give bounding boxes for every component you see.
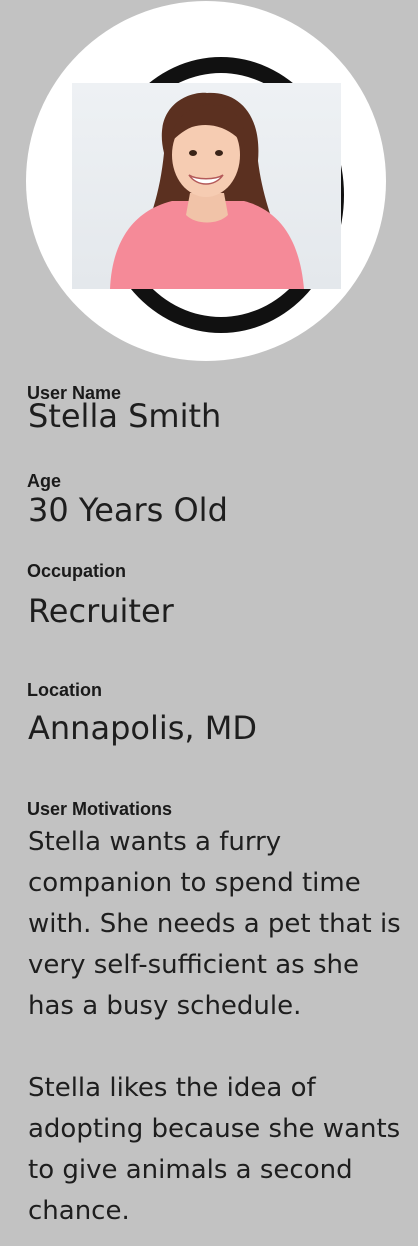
location-value: Annapolis, MD (28, 709, 257, 747)
user-name-value: Stella Smith (28, 397, 222, 435)
location-label: Location (27, 680, 102, 700)
person-photo-icon (110, 92, 304, 289)
age-value: 30 Years Old (28, 491, 228, 529)
user-motivations-label: User Motivations (27, 799, 173, 819)
occupation-label: Occupation (27, 561, 127, 581)
age-label: Age (27, 471, 62, 491)
occupation-value: Recruiter (28, 592, 174, 630)
motivation-paragraph-1: Stella wants a furry companion to spend … (28, 827, 401, 1021)
motivation-paragraph-2: Stella likes the idea of adopting becaus… (28, 1073, 401, 1226)
profile-photo (72, 83, 341, 289)
avatar (26, 1, 386, 361)
